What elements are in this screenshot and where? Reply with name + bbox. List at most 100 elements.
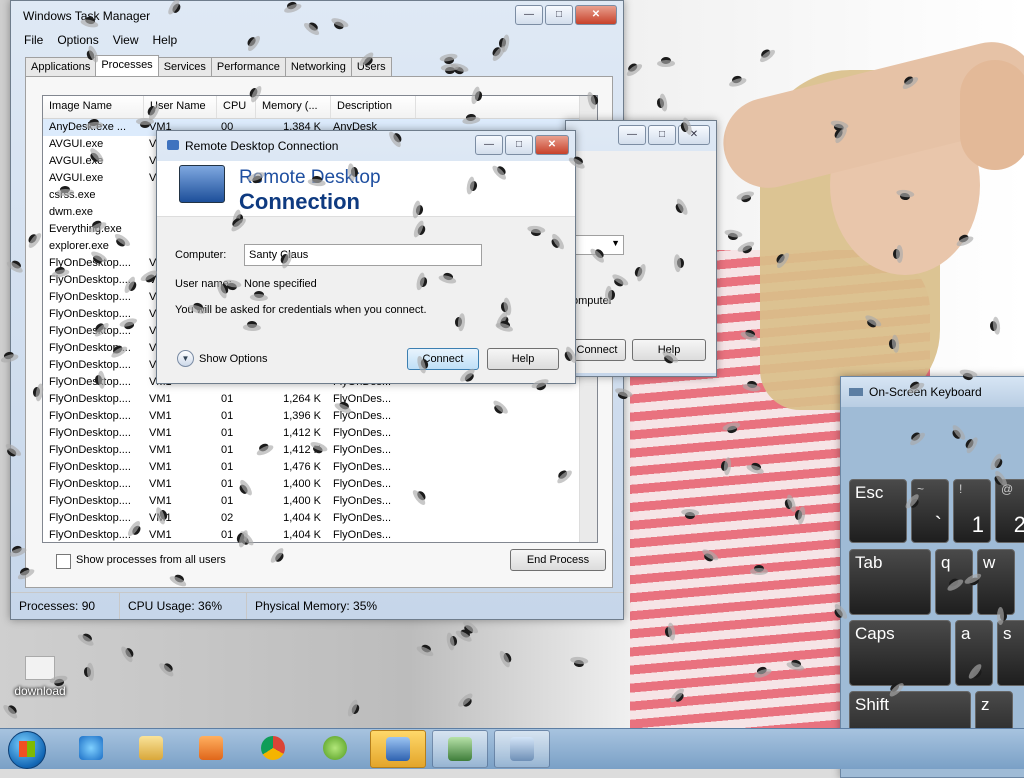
connect-button-background[interactable]: Connect: [568, 339, 626, 361]
task-manager-titlebar[interactable]: Windows Task Manager — □ ✕: [11, 1, 623, 31]
close-button[interactable]: ✕: [575, 5, 617, 25]
maximize-button[interactable]: □: [505, 135, 533, 155]
table-cell: FlyOnDes...: [333, 478, 392, 490]
table-cell: VM1: [149, 512, 172, 524]
taskbar: [0, 728, 1024, 769]
key-shift-label: @: [1001, 482, 1014, 496]
key-s[interactable]: s: [997, 620, 1024, 686]
computer-combobox[interactable]: ▼: [572, 235, 624, 255]
computer-label: Computer:: [175, 249, 227, 261]
table-row[interactable]: FlyOnDesktop.... VM1 01 1,400 K FlyOnDes...: [43, 493, 597, 510]
minimize-button[interactable]: —: [515, 5, 543, 25]
monitor-icon: [179, 165, 225, 203]
table-cell: 01: [221, 444, 234, 456]
key-a[interactable]: a: [955, 620, 993, 686]
key-backtick[interactable]: ~ `: [911, 479, 949, 543]
key-shift-label: ~: [917, 482, 925, 496]
key-tab[interactable]: Tab: [849, 549, 931, 615]
show-options-toggle[interactable]: Show Options: [199, 353, 267, 365]
chrome-icon: [261, 736, 285, 760]
taskbar-item-chrome[interactable]: [246, 730, 300, 766]
status-cpu: CPU Usage: 36%: [120, 593, 247, 619]
tab-applications[interactable]: Applications: [25, 57, 97, 78]
end-process-button[interactable]: End Process: [510, 549, 606, 571]
table-cell: FlyOnDesktop....: [49, 461, 131, 473]
start-button[interactable]: [8, 731, 46, 769]
table-row[interactable]: FlyOnDesktop.... VM1 01 1,412 K FlyOnDes...: [43, 442, 597, 459]
remote-desktop-background-titlebar[interactable]: — □ ✕: [566, 121, 716, 151]
taskbar-item-file-explorer[interactable]: [124, 730, 178, 766]
taskbar-item-utorrent[interactable]: [308, 730, 362, 766]
on-screen-keyboard-titlebar[interactable]: On-Screen Keyboard: [841, 377, 1024, 407]
windows-logo-icon: [19, 741, 35, 757]
desktop-icon-download[interactable]: download: [12, 656, 68, 698]
menu-bar: File Options View Help: [11, 31, 631, 51]
table-cell: 1,400 K: [283, 495, 321, 507]
table-cell: VM1: [149, 478, 172, 490]
table-row[interactable]: FlyOnDesktop.... VM1 01 1,412 K FlyOnDes...: [43, 425, 597, 442]
tab-users[interactable]: Users: [350, 57, 392, 78]
menu-help[interactable]: Help: [148, 31, 183, 51]
column-cpu[interactable]: CPU: [217, 96, 256, 118]
taskbar-item-media-player[interactable]: [184, 730, 238, 766]
chevron-down-icon[interactable]: ▼: [177, 350, 194, 367]
table-row[interactable]: FlyOnDesktop.... VM1 01 1,396 K FlyOnDes...: [43, 408, 597, 425]
tab-networking[interactable]: Networking: [284, 57, 352, 78]
key-2[interactable]: @2: [995, 479, 1024, 543]
table-cell: FlyOnDes...: [333, 461, 392, 473]
close-button[interactable]: ✕: [678, 125, 710, 145]
credentials-info: You will be asked for credentials when y…: [175, 304, 427, 316]
computer-input[interactable]: Santy Claus: [244, 244, 482, 266]
column-description[interactable]: Description: [331, 96, 416, 118]
status-bar: Processes: 90 CPU Usage: 36% Physical Me…: [11, 592, 623, 619]
key-w[interactable]: w: [977, 549, 1015, 615]
taskbar-item-internet-explorer[interactable]: [64, 730, 118, 766]
connect-button[interactable]: Connect: [407, 348, 479, 370]
table-row[interactable]: FlyOnDesktop.... VM1 01 1,264 K FlyOnDes...: [43, 391, 597, 408]
taskbar-item-on-screen-keyboard[interactable]: [494, 730, 550, 768]
column-user-name[interactable]: User Name: [144, 96, 217, 118]
minimize-button[interactable]: —: [618, 125, 646, 145]
help-button[interactable]: Help: [487, 348, 559, 370]
minimize-button[interactable]: —: [475, 135, 503, 155]
desktop-icon-label: download: [14, 684, 66, 698]
key-caps[interactable]: Caps: [849, 620, 951, 686]
table-cell: 01: [221, 393, 234, 405]
table-row[interactable]: FlyOnDesktop.... VM1 01 1,476 K FlyOnDes...: [43, 459, 597, 476]
close-button[interactable]: ✕: [535, 135, 569, 155]
menu-file[interactable]: File: [19, 31, 48, 51]
table-row[interactable]: FlyOnDesktop.... VM1 01 1,400 K FlyOnDes...: [43, 476, 597, 493]
remote-desktop-small-icon: [167, 140, 179, 150]
process-list-header: Image Name User Name CPU Memory (... Des…: [43, 96, 597, 119]
taskbar-item-task-manager[interactable]: [432, 730, 488, 768]
show-all-users-checkbox[interactable]: [56, 554, 71, 569]
banner-title-line2: Connection: [239, 189, 360, 214]
table-cell: FlyOnDesktop....: [49, 495, 131, 507]
taskbar-item-remote-desktop[interactable]: [370, 730, 426, 768]
menu-view[interactable]: View: [108, 31, 144, 51]
table-cell: 01: [221, 461, 234, 473]
column-image-name[interactable]: Image Name: [43, 96, 144, 118]
maximize-button[interactable]: □: [648, 125, 676, 145]
key-1[interactable]: ! 1: [953, 479, 991, 543]
tab-services[interactable]: Services: [157, 57, 212, 78]
table-row[interactable]: FlyOnDesktop.... VM1 02 1,404 K FlyOnDes...: [43, 510, 597, 527]
table-cell: VM1: [149, 410, 172, 422]
remote-desktop-titlebar[interactable]: Remote Desktop Connection — □ ✕: [157, 131, 575, 161]
tab-processes[interactable]: Processes: [95, 55, 159, 76]
column-memory[interactable]: Memory (...: [256, 96, 331, 118]
table-cell: 01: [221, 427, 234, 439]
task-manager-icon: [448, 737, 472, 761]
table-cell: explorer.exe: [49, 240, 109, 252]
key-esc[interactable]: Esc: [849, 479, 907, 543]
keyboard-icon: [849, 388, 863, 396]
tab-performance[interactable]: Performance: [210, 57, 286, 78]
table-cell: Everything.exe: [49, 223, 122, 235]
menu-options[interactable]: Options: [52, 31, 103, 51]
maximize-button[interactable]: □: [545, 5, 573, 25]
key-q[interactable]: q: [935, 549, 973, 615]
help-button-background[interactable]: Help: [632, 339, 706, 361]
table-row[interactable]: FlyOnDesktop.... VM1 01 1,404 K FlyOnDes...: [43, 527, 597, 542]
table-cell: FlyOnDes...: [333, 529, 392, 541]
table-cell: dwm.exe: [49, 206, 94, 218]
